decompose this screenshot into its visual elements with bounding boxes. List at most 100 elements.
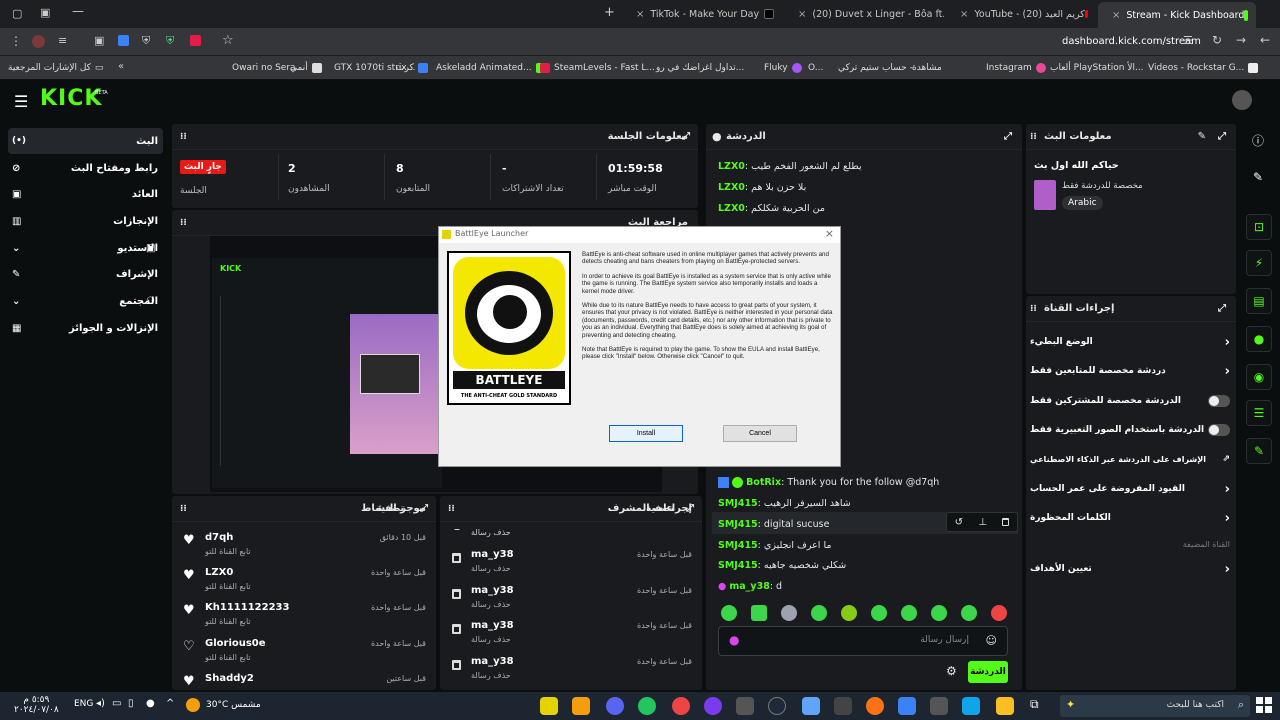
emote-icon[interactable]	[931, 605, 947, 621]
close-icon[interactable]: ×	[636, 9, 644, 20]
language-indicator[interactable]: ENG	[74, 699, 93, 709]
app-taskbar-icon[interactable]	[866, 697, 884, 715]
rail-button[interactable]: ⚡	[1246, 250, 1272, 276]
edit-icon[interactable]: ✎	[1198, 131, 1206, 142]
rail-button[interactable]: ◉	[1246, 364, 1272, 390]
star-icon[interactable]: ☆	[222, 33, 234, 48]
app-taskbar-icon[interactable]	[736, 697, 754, 715]
extension-icon[interactable]	[118, 35, 129, 46]
app-taskbar-icon[interactable]	[930, 697, 948, 715]
close-icon[interactable]: ×	[798, 9, 806, 20]
chevron-icon[interactable]: «	[118, 61, 124, 72]
gear-icon[interactable]: ⚙	[946, 664, 957, 678]
discord-taskbar-icon[interactable]	[606, 697, 624, 715]
panel-menu-icon[interactable]: ⁝⁝	[448, 504, 455, 514]
profile-avatar[interactable]	[32, 35, 45, 48]
chat-user[interactable]: SMJ415	[718, 560, 758, 571]
setting-subscribers-only[interactable]: الدردشة مخصصة للمشتركين فقط	[1030, 390, 1230, 412]
bookmark-item[interactable]: SteamLevels - Fast L...	[540, 56, 655, 80]
hamburger-menu-icon[interactable]: ☰	[14, 92, 28, 111]
network-icon[interactable]: ▭	[112, 698, 121, 709]
panel-menu-icon[interactable]: ⁝⁝	[1030, 132, 1037, 142]
sidebar-item-revenue[interactable]: العائد ▣	[8, 182, 158, 206]
extension-icon[interactable]: ≡	[58, 34, 67, 47]
taskbar-search[interactable]: ✦ اكتب هنا للبحث ⌕	[1060, 695, 1250, 717]
sidebar-item-stream[interactable]: البث (•)	[8, 129, 158, 153]
emote-icon[interactable]	[991, 605, 1007, 621]
panel-menu-icon[interactable]: ⁝⁝	[180, 218, 187, 228]
setting-account-age[interactable]: القيود المفروضة على عمر الحساب ›	[1030, 478, 1230, 500]
emote-icon[interactable]	[781, 605, 797, 621]
tab-tiktok[interactable]: × TikTok - Make Your Day	[622, 0, 782, 28]
rail-button[interactable]: ▤	[1246, 288, 1272, 314]
popout-icon[interactable]: ⤢	[1218, 303, 1226, 314]
bookmark-item[interactable]: أنمي	[290, 56, 322, 80]
app-taskbar-icon[interactable]	[802, 697, 820, 715]
setting-ai-moderation[interactable]: الإشراف على الدردشة عبر الذكاء الاصطناعي…	[1030, 448, 1230, 470]
send-chat-button[interactable]: الدردشة	[968, 661, 1008, 683]
kick-logo[interactable]: KICK	[40, 86, 102, 111]
app-taskbar-icon[interactable]	[672, 697, 690, 715]
setting-goals[interactable]: تعيين الأهداف ›	[1030, 558, 1230, 580]
app-taskbar-icon[interactable]	[898, 697, 916, 715]
emote-icon[interactable]	[811, 605, 827, 621]
popout-icon[interactable]: ⤢	[682, 131, 690, 142]
rail-button[interactable]: ✎	[1246, 438, 1272, 464]
reload-icon[interactable]: ↻	[1212, 33, 1222, 47]
clock[interactable]: ٥:٥٩ م ٢٠٢٤/٠٧/٠٨	[14, 695, 59, 715]
close-icon[interactable]: ×	[960, 9, 968, 20]
bookmark-item[interactable]: كرت	[396, 56, 428, 80]
setting-followers-only[interactable]: دردشة مخصصة للمتابعين فقط ›	[1030, 360, 1230, 382]
emote-icon[interactable]	[961, 605, 977, 621]
chat-user[interactable]: LZX0	[718, 161, 745, 172]
volume-icon[interactable]: ◂)	[96, 698, 105, 709]
info-icon[interactable]: ⓘ	[1252, 132, 1264, 149]
battery-icon[interactable]: ▯	[128, 698, 134, 709]
chat-input[interactable]: ● إرسال رسالة ☺	[718, 626, 1008, 656]
emote-icon[interactable]	[901, 605, 917, 621]
emoji-icon[interactable]: ☺	[986, 634, 997, 647]
new-tab-icon[interactable]: +	[604, 5, 615, 20]
chat-user[interactable]: SMJ415	[718, 519, 758, 530]
extension-icon[interactable]	[190, 35, 201, 46]
language-tag[interactable]: Arabic	[1062, 196, 1103, 210]
filter-label[interactable]: تصفية	[376, 504, 404, 514]
sidebar-item-community[interactable]: المجتمع ⌄ ⚇	[8, 289, 158, 313]
mic-icon[interactable]: ●	[729, 633, 739, 647]
bookmark-item[interactable]: Instagram	[986, 56, 1046, 80]
rail-button[interactable]: ⊡	[1246, 214, 1272, 240]
store-taskbar-icon[interactable]	[962, 697, 980, 715]
chrome-taskbar-icon[interactable]	[638, 697, 656, 715]
tab-search-icon[interactable]: ▣	[40, 6, 50, 19]
trash-icon[interactable]	[1002, 518, 1010, 526]
popout-icon[interactable]: ⤢	[686, 503, 694, 514]
sidebar-item-drops[interactable]: الإنزالات و الجوائز ▦	[8, 316, 158, 340]
filter-label[interactable]: تصفية	[646, 504, 674, 514]
emote-icon[interactable]	[871, 605, 887, 621]
mic-icon[interactable]: ●	[146, 698, 155, 709]
popout-icon[interactable]: ⤢	[1004, 131, 1012, 142]
panel-menu-icon[interactable]: ⁝⁝	[180, 132, 187, 142]
chat-user[interactable]: LZX0	[718, 182, 745, 193]
category-name[interactable]: مخصصة للدردشة فقط	[1062, 181, 1143, 191]
bookmark-item[interactable]: حساب ستيم تركي -	[838, 56, 913, 80]
url-field[interactable]: dashboard.kick.com/stream	[1062, 36, 1201, 47]
explorer-taskbar-icon[interactable]	[996, 697, 1014, 715]
bookmark-item[interactable]: O...	[808, 56, 823, 80]
sidebar-item-moderation[interactable]: الإشراف ✎	[8, 262, 158, 286]
bookmark-item[interactable]: Videos - Rockstar G...	[1148, 56, 1259, 80]
close-icon[interactable]: ×	[825, 227, 834, 240]
rail-button[interactable]: ●	[1246, 326, 1272, 352]
window-menu-icon[interactable]: ▢	[12, 7, 22, 20]
battleye-taskbar-icon[interactable]	[540, 697, 558, 715]
windows-start-icon[interactable]	[1256, 697, 1272, 713]
tab-youtube-karim[interactable]: × YouTube - كريم العيد (20)	[946, 0, 1096, 28]
bookmark-all[interactable]: كل الإشارات المرجعية ▭	[8, 56, 103, 80]
rail-button[interactable]: ☰	[1246, 400, 1272, 426]
more-menu-icon[interactable]: ⋮	[10, 34, 22, 48]
chat-user[interactable]: SMJ415	[718, 498, 758, 509]
bookmark-item[interactable]: تداول اغراضك في رو...	[656, 56, 744, 80]
tab-kick-dashboard[interactable]: × Stream - Kick Dashboard	[1098, 2, 1256, 28]
panel-menu-icon[interactable]: ⁝⁝	[180, 504, 187, 514]
emote-icon[interactable]	[841, 605, 857, 621]
